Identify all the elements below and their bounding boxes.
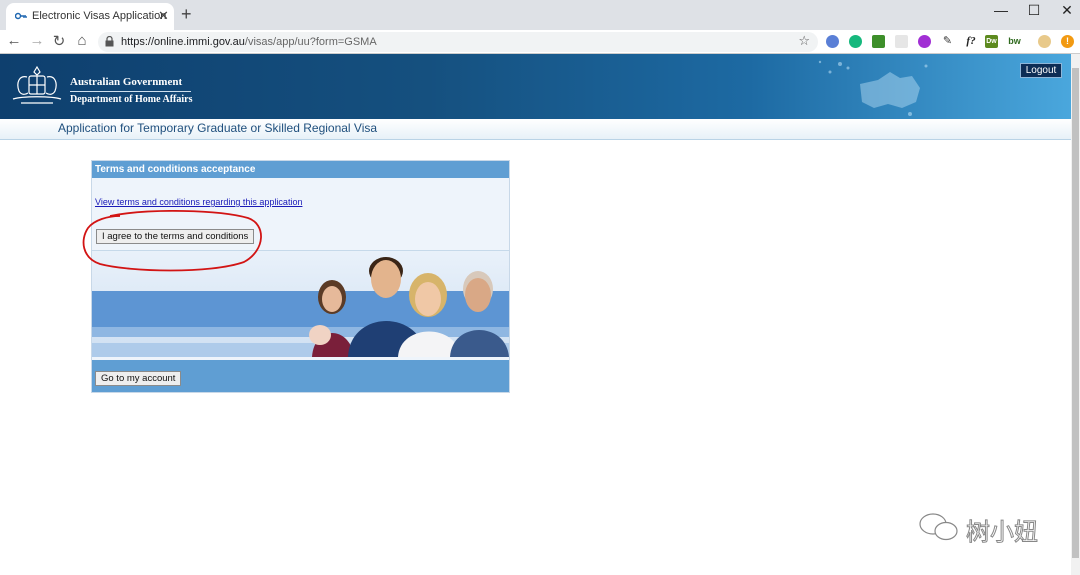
shield-extension-icon[interactable] (826, 35, 839, 48)
annotation-circle (82, 210, 262, 272)
tree-extension-icon[interactable] (872, 35, 885, 48)
watermark-text: 树小妞 (966, 518, 1039, 547)
grammarly-extension-icon[interactable] (849, 35, 862, 48)
font-extension-icon[interactable]: f? (962, 35, 980, 48)
url-path: /visas/app/uu?form=GSMA (244, 36, 377, 48)
url-host: https://online.immi.gov.au (121, 36, 245, 48)
government-name: Australian Government (70, 76, 183, 88)
go-to-account-button[interactable]: Go to my account (95, 371, 182, 386)
panel-heading: Terms and conditions acceptance (92, 161, 509, 178)
panel-footer: Go to my account (92, 360, 509, 392)
tab-title: Electronic Visas Application (32, 10, 167, 22)
browser-tab[interactable]: Electronic Visas Application ✕ (6, 3, 174, 30)
purple-extension-icon[interactable] (918, 35, 931, 48)
wechat-icon (919, 513, 958, 541)
header-divider (70, 91, 191, 92)
reload-button[interactable]: ↻ (50, 32, 68, 50)
watermark: 树小妞 (918, 510, 1058, 547)
dropper-extension-icon[interactable]: ✎ (941, 35, 954, 48)
department-name: Department of Home Affairs (70, 94, 193, 105)
logout-button[interactable]: Logout (1020, 63, 1062, 78)
coat-of-arms-icon (12, 65, 62, 104)
bw-extension-icon[interactable]: bw (1007, 35, 1022, 48)
profile-avatar-icon[interactable] (1038, 35, 1051, 48)
blank-extension-icon[interactable] (895, 35, 908, 48)
new-tab-button[interactable]: + (181, 4, 192, 25)
maximize-window-button[interactable]: ☐ (1024, 2, 1044, 19)
url-text: https://online.immi.gov.au/visas/app/uu?… (121, 36, 377, 48)
view-terms-link[interactable]: View terms and conditions regarding this… (95, 197, 302, 207)
home-button[interactable]: ⌂ (73, 32, 91, 49)
alert-extension-icon[interactable]: ! (1061, 35, 1074, 48)
close-tab-icon[interactable]: ✕ (158, 8, 169, 24)
application-title: Application for Temporary Graduate or Sk… (58, 121, 378, 135)
application-title-bar: Application for Temporary Graduate or Sk… (0, 119, 1071, 140)
bookmark-star-icon[interactable]: ☆ (798, 33, 810, 49)
key-icon (15, 12, 27, 20)
site-header-banner: Australian Government Department of Home… (0, 54, 1071, 119)
minimize-window-button[interactable]: — (991, 2, 1011, 18)
back-button[interactable]: ← (5, 32, 23, 49)
lock-icon (105, 36, 114, 47)
dw-extension-icon[interactable]: Dw (985, 35, 998, 48)
address-bar[interactable]: https://online.immi.gov.au/visas/app/uu?… (98, 32, 818, 52)
browser-toolbar: ← → ↻ ⌂ https://online.immi.gov.au/visas… (0, 30, 1080, 54)
browser-tab-strip: Electronic Visas Application ✕ + — ☐ ✕ (0, 0, 1080, 30)
page-scrollbar[interactable] (1071, 54, 1080, 575)
terms-panel: Terms and conditions acceptance View ter… (91, 160, 510, 393)
close-window-button[interactable]: ✕ (1057, 2, 1077, 19)
forward-button[interactable]: → (28, 32, 46, 49)
australia-map-icon (818, 60, 928, 116)
scrollbar-thumb[interactable] (1072, 68, 1079, 558)
